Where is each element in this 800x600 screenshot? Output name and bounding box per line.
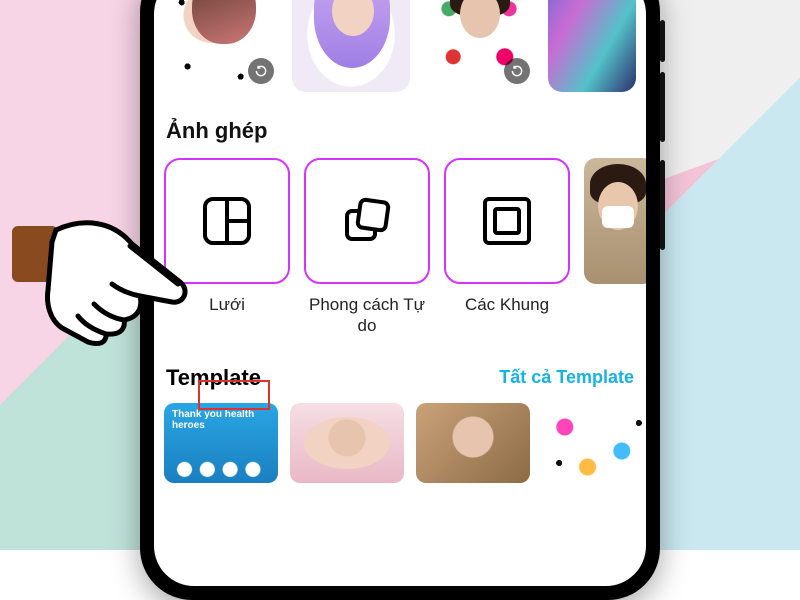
effect-thumbnail[interactable] [164, 0, 282, 92]
collage-label: Phong cách Tự do [304, 294, 430, 337]
frames-icon [479, 193, 535, 249]
collage-label: Các Khung [444, 294, 570, 315]
section-title-template: Template [166, 365, 261, 391]
phone-frame: Ảnh ghép Lưới [140, 0, 660, 600]
effects-row [164, 0, 636, 92]
collage-tile-frames[interactable]: Các Khung [444, 158, 570, 315]
template-card[interactable]: Thank you health heroes [164, 403, 278, 483]
effect-thumbnail[interactable] [420, 0, 538, 92]
replay-icon [248, 58, 274, 84]
template-caption: Thank you health heroes [164, 403, 278, 438]
effect-thumbnail[interactable] [292, 0, 410, 92]
replay-icon [504, 58, 530, 84]
collage-preview-thumb[interactable] [584, 158, 646, 284]
volume-button [660, 20, 665, 62]
collage-tile-grid[interactable]: Lưới [164, 158, 290, 315]
collage-tile-freestyle[interactable]: Phong cách Tự do [304, 158, 430, 337]
template-row: Thank you health heroes [164, 403, 636, 483]
grid-icon [199, 193, 255, 249]
freestyle-icon [337, 191, 397, 251]
power-button [660, 160, 665, 250]
see-all-templates-link[interactable]: Tất cả Template [499, 367, 634, 388]
collage-row: Lưới Phong cách Tự do [164, 158, 636, 337]
volume-button [660, 72, 665, 142]
section-title-collage: Ảnh ghép [166, 118, 636, 144]
template-card[interactable] [542, 403, 646, 483]
template-card[interactable] [290, 403, 404, 483]
template-card[interactable] [416, 403, 530, 483]
app-screen: Ảnh ghép Lưới [154, 0, 646, 586]
effect-thumbnail[interactable] [548, 0, 636, 92]
collage-label: Lưới [164, 294, 290, 315]
